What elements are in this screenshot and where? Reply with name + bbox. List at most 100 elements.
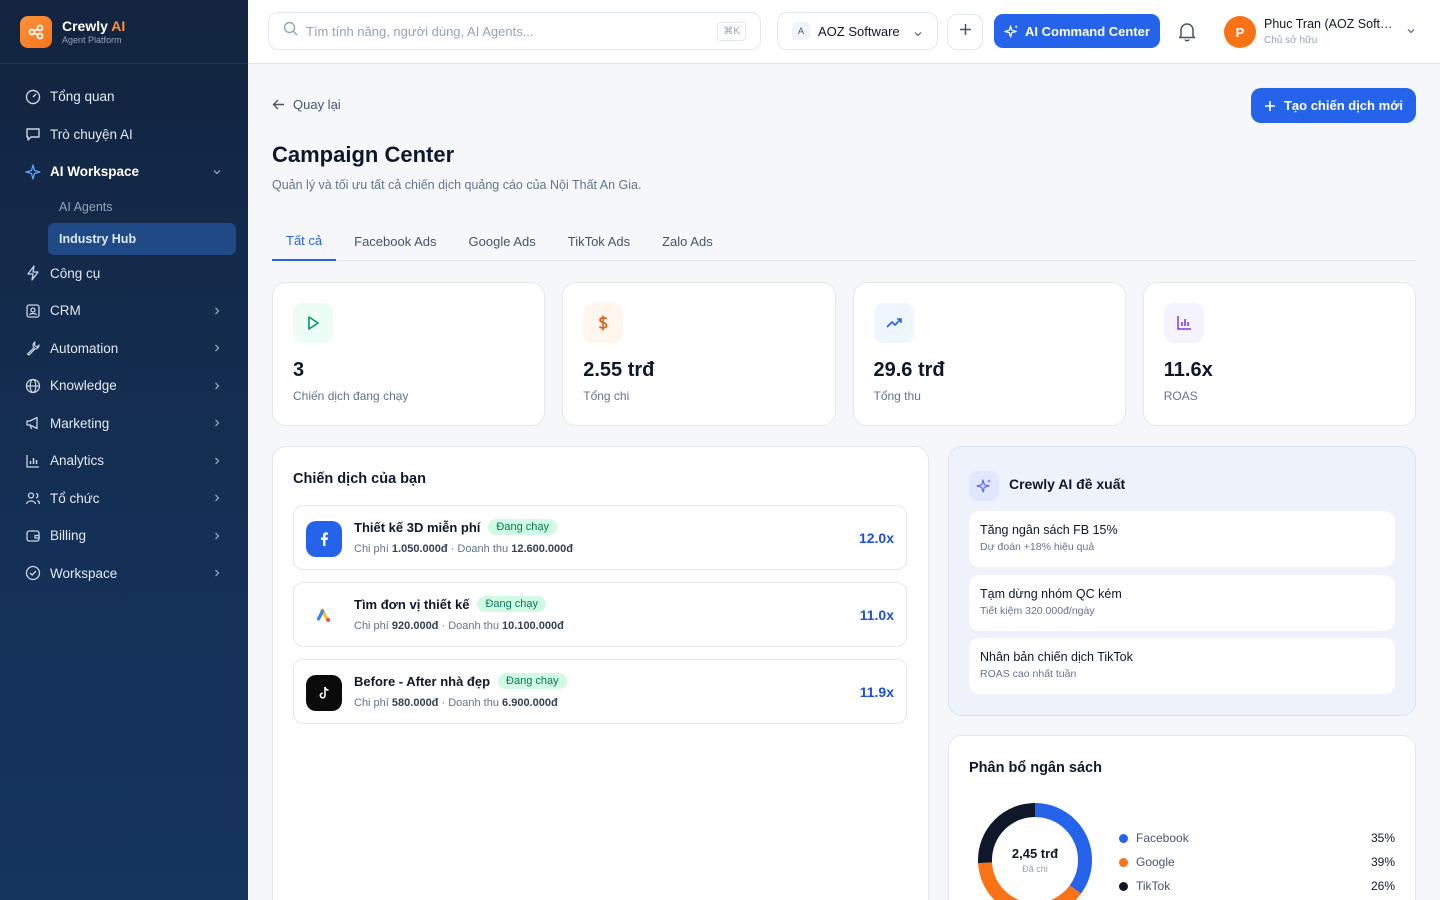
notifications-button[interactable] <box>1176 20 1198 47</box>
gauge-icon <box>24 88 42 106</box>
status-badge: Đang chạy <box>477 596 547 612</box>
platform-tabs: Tất cả Facebook Ads Google Ads TikTok Ad… <box>272 222 1416 261</box>
chevron-down-icon <box>1406 23 1416 41</box>
stat-card-running: 3 Chiến dịch đang chạy <box>272 282 546 426</box>
tiktok-icon <box>306 675 342 711</box>
chevron-right-icon <box>212 568 222 578</box>
campaign-name: Before - After nhà đẹp Đang chạy <box>354 673 567 689</box>
sidebar-item-tools[interactable]: Công cụ <box>0 255 248 293</box>
sidebar-item-analytics[interactable]: Analytics <box>0 442 248 480</box>
sparkle-icon <box>969 471 999 501</box>
search-shortcut: ⌘K <box>717 22 746 41</box>
chevron-right-icon <box>212 418 222 428</box>
sidebar-item-label: CRM <box>50 303 81 319</box>
megaphone-icon <box>24 414 42 432</box>
campaign-name: Tìm đơn vị thiết kế Đang chạy <box>354 596 547 612</box>
donut-total: 2,45 trđ <box>1011 846 1059 861</box>
legend-item: Google 39% <box>1119 850 1395 874</box>
tab-tiktok-ads[interactable]: TikTok Ads <box>554 222 644 261</box>
sidebar-item-knowledge[interactable]: Knowledge <box>0 367 248 405</box>
legend-label: Facebook <box>1136 831 1189 845</box>
crewly-logo-icon <box>20 15 52 48</box>
search-input[interactable] <box>306 23 686 39</box>
campaign-name: Thiết kế 3D miễn phí Đang chạy <box>354 519 558 535</box>
bell-icon <box>1176 23 1198 46</box>
legend-dot <box>1119 833 1128 843</box>
legend-value: 39% <box>1370 855 1395 869</box>
sidebar-item-ai-workspace[interactable]: AI Workspace <box>0 153 248 191</box>
sidebar-subitem-ai-agents[interactable]: AI Agents <box>0 191 248 223</box>
stat-card-roas: 11.6x ROAS <box>1142 282 1416 426</box>
chevron-right-icon <box>212 456 222 466</box>
campaign-roas: 12.0x <box>858 530 894 546</box>
sidebar-item-workspace[interactable]: Workspace <box>0 555 248 593</box>
add-button[interactable] <box>947 14 983 50</box>
org-switcher[interactable]: A AOZ Software <box>777 12 938 50</box>
stat-label: Chiến dịch đang chạy <box>293 389 409 403</box>
chat-icon <box>24 125 42 143</box>
bar-chart-icon <box>24 452 42 470</box>
campaign-meta: Chi phí 1.050.000đ · Doanh thu 12.600.00… <box>354 543 573 555</box>
sidebar-item-label: Billing <box>50 528 87 544</box>
sidebar-item-label: Công cụ <box>50 265 101 281</box>
sidebar-item-automation[interactable]: Automation <box>0 330 248 368</box>
campaign-roas: 11.9x <box>859 684 894 700</box>
google-ads-icon <box>306 598 342 634</box>
brand[interactable]: Crewly AI Agent Platform <box>0 0 248 64</box>
stat-card-revenue: 29.6 trđ Tổng thu <box>852 282 1126 426</box>
campaign-row[interactable]: Tìm đơn vị thiết kế Đang chạy Chi phí 920… <box>293 582 907 647</box>
ai-suggestions-card: Crewly AI đề xuất Tăng ngân sách FB 15% … <box>948 446 1416 716</box>
back-label: Quay lại <box>293 97 341 112</box>
stat-value: 11.6x <box>1163 359 1213 381</box>
tab-google-ads[interactable]: Google Ads <box>455 222 550 261</box>
stat-value: 29.6 trđ <box>873 359 945 381</box>
tab-zalo-ads[interactable]: Zalo Ads <box>648 222 727 261</box>
user-name: Phuc Tran (AOZ Software) <box>1264 17 1396 31</box>
suggestion-item[interactable]: Tạm dừng nhóm QC kém Tiết kiệm 320.000đ/… <box>969 575 1395 631</box>
sidebar-item-label: Tổ chức <box>50 490 100 506</box>
chevron-right-icon <box>212 306 222 316</box>
sidebar-subitem-industry-hub[interactable]: Industry Hub <box>48 222 236 255</box>
bar-chart-icon <box>1163 303 1204 343</box>
chevron-down-icon <box>212 167 222 177</box>
suggestion-sub: Tiết kiệm 320.000đ/ngày <box>980 605 1095 617</box>
chevron-down-icon <box>913 27 923 42</box>
campaign-row[interactable]: Before - After nhà đẹp Đang chạy Chi phí … <box>293 659 907 724</box>
suggestion-sub: Dự đoán +18% hiệu quả <box>980 541 1095 553</box>
tab-facebook-ads[interactable]: Facebook Ads <box>340 222 450 261</box>
sidebar-item-organization[interactable]: Tổ chức <box>0 480 248 518</box>
suggestion-title: Nhân bản chiến dịch TikTok <box>980 650 1133 664</box>
global-search[interactable]: ⌘K <box>268 12 761 50</box>
donut-center: 2,45 trđ Đã chi <box>977 802 1093 900</box>
back-link[interactable]: Quay lại <box>272 97 341 112</box>
sidebar-item-marketing[interactable]: Marketing <box>0 405 248 443</box>
suggestion-item[interactable]: Tăng ngân sách FB 15% Dự đoán +18% hiệu … <box>969 511 1395 567</box>
tab-all[interactable]: Tất cả <box>272 222 337 261</box>
legend-dot <box>1119 857 1128 867</box>
sparkle-icon <box>1004 24 1019 38</box>
sidebar-item-ai-chat[interactable]: Trò chuyện AI <box>0 116 248 154</box>
page-subtitle: Quản lý và tối ưu tất cả chiến dịch quản… <box>272 178 642 192</box>
legend-label: Google <box>1136 855 1175 869</box>
create-campaign-button[interactable]: Tạo chiến dịch mới <box>1251 88 1416 123</box>
sidebar-item-crm[interactable]: CRM <box>0 292 248 330</box>
brand-name: Crewly AI <box>62 17 126 34</box>
stat-label: Tổng chi <box>583 389 630 403</box>
stat-value: 2.55 trđ <box>583 359 655 381</box>
campaign-meta: Chi phí 920.000đ · Doanh thu 10.100.000đ <box>354 620 564 632</box>
user-menu[interactable]: P Phuc Tran (AOZ Software) Chủ sở hữu <box>1224 16 1416 48</box>
ai-command-center-button[interactable]: AI Command Center <box>994 14 1160 48</box>
search-icon <box>283 21 298 41</box>
facebook-icon <box>306 521 342 557</box>
wallet-icon <box>24 527 42 545</box>
chevron-right-icon <box>212 531 222 541</box>
globe-icon <box>24 377 42 395</box>
chevron-right-icon <box>212 493 222 503</box>
legend-item: Facebook 35% <box>1119 826 1395 850</box>
suggestion-item[interactable]: Nhân bản chiến dịch TikTok ROAS cao nhất… <box>969 638 1395 694</box>
sidebar-item-billing[interactable]: Billing <box>0 517 248 555</box>
sidebar-item-overview[interactable]: Tổng quan <box>0 78 248 116</box>
sparkle-icon <box>24 163 42 181</box>
suggestion-title: Tăng ngân sách FB 15% <box>980 523 1118 537</box>
campaign-row[interactable]: Thiết kế 3D miễn phí Đang chạy Chi phí 1.… <box>293 505 907 570</box>
